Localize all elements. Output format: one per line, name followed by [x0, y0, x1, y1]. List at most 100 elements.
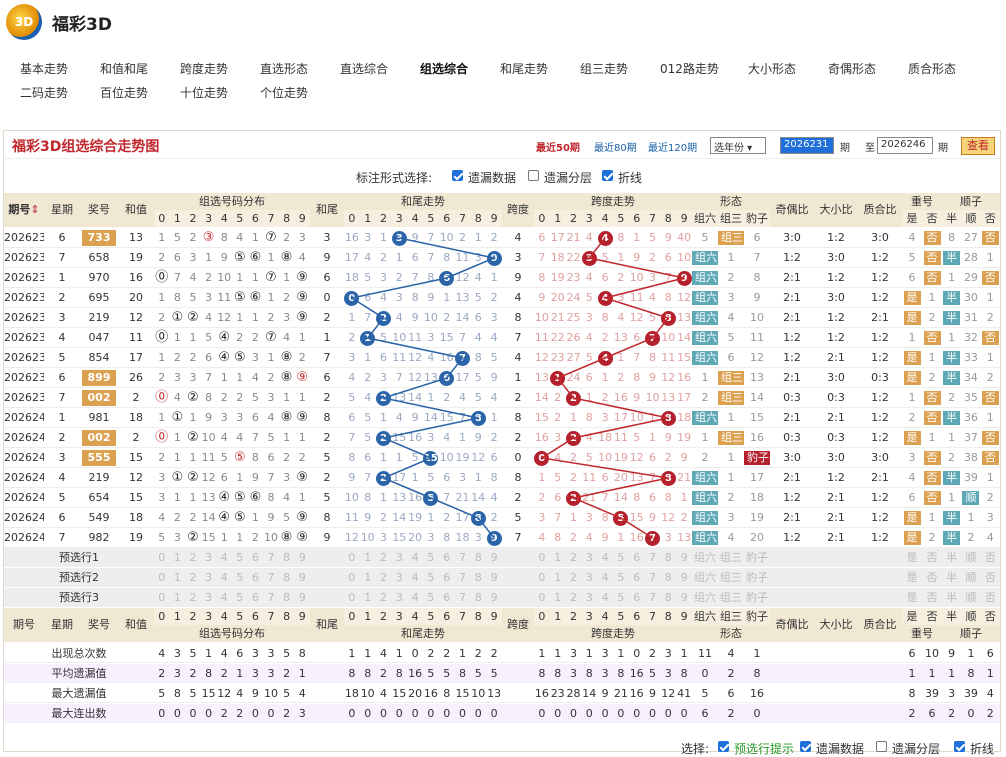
query-button[interactable]: 查看	[961, 137, 995, 155]
preselect-digit[interactable]: 2	[566, 568, 582, 588]
nav-row2-3[interactable]: 个位走势	[260, 84, 308, 101]
preselect-digit[interactable]: 4	[597, 548, 613, 568]
preselect-digit[interactable]: 2	[185, 588, 201, 608]
preselect-digit[interactable]: 1	[550, 548, 566, 568]
preselect-digit[interactable]: 5	[613, 548, 629, 568]
preselect-digit[interactable]: 6	[629, 568, 645, 588]
preselect-digit[interactable]: 1	[360, 568, 376, 588]
preselect-digit[interactable]: 3	[581, 548, 597, 568]
preselect-digit[interactable]: 9	[676, 588, 692, 608]
preselect-digit[interactable]: 5	[423, 588, 439, 608]
preselect-digit[interactable]: 8	[470, 548, 486, 568]
preselect-digit[interactable]: 3	[201, 588, 217, 608]
preselect-digit[interactable]: 0	[534, 568, 550, 588]
nav-row1-0[interactable]: 基本走势	[20, 60, 68, 77]
preselect-digit[interactable]: 4	[216, 548, 232, 568]
preselect-digit[interactable]: 4	[407, 588, 423, 608]
preselect-digit[interactable]: 5	[423, 548, 439, 568]
preselect-digit[interactable]: 9	[486, 568, 502, 588]
nav-row2-0[interactable]: 二码走势	[20, 84, 68, 101]
nav-row1-3[interactable]: 直选形态	[260, 60, 308, 77]
nav-row1-9[interactable]: 大小形态	[748, 60, 796, 77]
from-issue-input[interactable]: 2026231	[780, 137, 834, 154]
preselect-digit[interactable]: 8	[470, 588, 486, 608]
preselect-digit[interactable]: 0	[344, 568, 360, 588]
marker-checkbox-1[interactable]	[528, 170, 539, 181]
preselect-digit[interactable]: 3	[201, 548, 217, 568]
preselect-form[interactable]: 组六	[692, 568, 718, 588]
preselect-digit[interactable]: 9	[486, 548, 502, 568]
preselect-digit[interactable]: 2	[566, 588, 582, 608]
preselect-digit[interactable]: 9	[676, 568, 692, 588]
preselect-digit[interactable]: 7	[645, 568, 661, 588]
preselect-digit[interactable]: 2	[376, 568, 392, 588]
nav-row1-8[interactable]: 012路走势	[660, 60, 719, 77]
preselect-order[interactable]: 否	[981, 568, 1000, 588]
preselect-digit[interactable]: 7	[263, 548, 279, 568]
preselect-digit[interactable]: 6	[629, 548, 645, 568]
marker-checkbox-2[interactable]	[602, 170, 613, 181]
preselect-digit[interactable]: 8	[279, 568, 295, 588]
year-select[interactable]: 选年份 ▾	[710, 137, 766, 154]
bottom-checkbox-2[interactable]	[876, 741, 887, 752]
preselect-form[interactable]: 豹子	[744, 588, 770, 608]
preselect-digit[interactable]: 0	[154, 548, 170, 568]
preselect-order[interactable]: 半	[942, 568, 961, 588]
preselect-form[interactable]: 组三	[718, 588, 744, 608]
preselect-rep[interactable]: 否	[922, 568, 942, 588]
preselect-digit[interactable]: 1	[170, 548, 186, 568]
nav-row1-5[interactable]: 组选综合	[420, 60, 468, 77]
preselect-rep[interactable]: 否	[922, 588, 942, 608]
preselect-order[interactable]: 顺	[961, 568, 980, 588]
bottom-checkbox-0[interactable]	[718, 741, 729, 752]
preselect-digit[interactable]: 3	[391, 548, 407, 568]
recent-50-link[interactable]: 最近50期	[536, 139, 580, 154]
preselect-digit[interactable]: 8	[279, 588, 295, 608]
preselect-digit[interactable]: 0	[154, 588, 170, 608]
preselect-digit[interactable]: 3	[201, 568, 217, 588]
preselect-digit[interactable]: 8	[660, 568, 676, 588]
preselect-digit[interactable]: 1	[170, 588, 186, 608]
preselect-digit[interactable]: 1	[550, 568, 566, 588]
preselect-digit[interactable]: 7	[645, 588, 661, 608]
preselect-digit[interactable]: 9	[676, 548, 692, 568]
preselect-digit[interactable]: 9	[294, 588, 310, 608]
preselect-form[interactable]: 豹子	[744, 568, 770, 588]
nav-row1-6[interactable]: 和尾走势	[500, 60, 548, 77]
preselect-digit[interactable]: 7	[455, 548, 471, 568]
nav-row2-2[interactable]: 十位走势	[180, 84, 228, 101]
preselect-digit[interactable]: 4	[407, 568, 423, 588]
nav-row1-11[interactable]: 质合形态	[908, 60, 956, 77]
preselect-digit[interactable]: 1	[360, 548, 376, 568]
preselect-digit[interactable]: 5	[232, 588, 248, 608]
preselect-digit[interactable]: 4	[216, 568, 232, 588]
preselect-digit[interactable]: 3	[391, 568, 407, 588]
preselect-digit[interactable]: 0	[154, 568, 170, 588]
preselect-rep[interactable]: 否	[922, 548, 942, 568]
preselect-digit[interactable]: 7	[455, 588, 471, 608]
preselect-rep[interactable]: 是	[902, 568, 922, 588]
preselect-digit[interactable]: 6	[439, 588, 455, 608]
preselect-digit[interactable]: 9	[294, 548, 310, 568]
preselect-digit[interactable]: 7	[263, 588, 279, 608]
preselect-digit[interactable]: 2	[185, 548, 201, 568]
preselect-digit[interactable]: 1	[360, 588, 376, 608]
site-logo[interactable]: 3D	[6, 4, 42, 40]
nav-row1-2[interactable]: 跨度走势	[180, 60, 228, 77]
preselect-digit[interactable]: 5	[423, 568, 439, 588]
preselect-order[interactable]: 半	[942, 588, 961, 608]
preselect-digit[interactable]: 9	[294, 568, 310, 588]
preselect-rep[interactable]: 是	[902, 548, 922, 568]
preselect-form[interactable]: 组三	[718, 568, 744, 588]
preselect-digit[interactable]: 9	[486, 588, 502, 608]
preselect-form[interactable]: 组六	[692, 548, 718, 568]
preselect-digit[interactable]: 1	[170, 568, 186, 588]
preselect-digit[interactable]: 7	[263, 568, 279, 588]
nav-row1-7[interactable]: 组三走势	[580, 60, 628, 77]
preselect-digit[interactable]: 0	[344, 588, 360, 608]
preselect-order[interactable]: 否	[981, 588, 1000, 608]
to-issue-input[interactable]: 2026246	[877, 137, 933, 154]
nav-row1-10[interactable]: 奇偶形态	[828, 60, 876, 77]
recent-80-link[interactable]: 最近80期	[594, 139, 637, 154]
preselect-form[interactable]: 组三	[718, 548, 744, 568]
